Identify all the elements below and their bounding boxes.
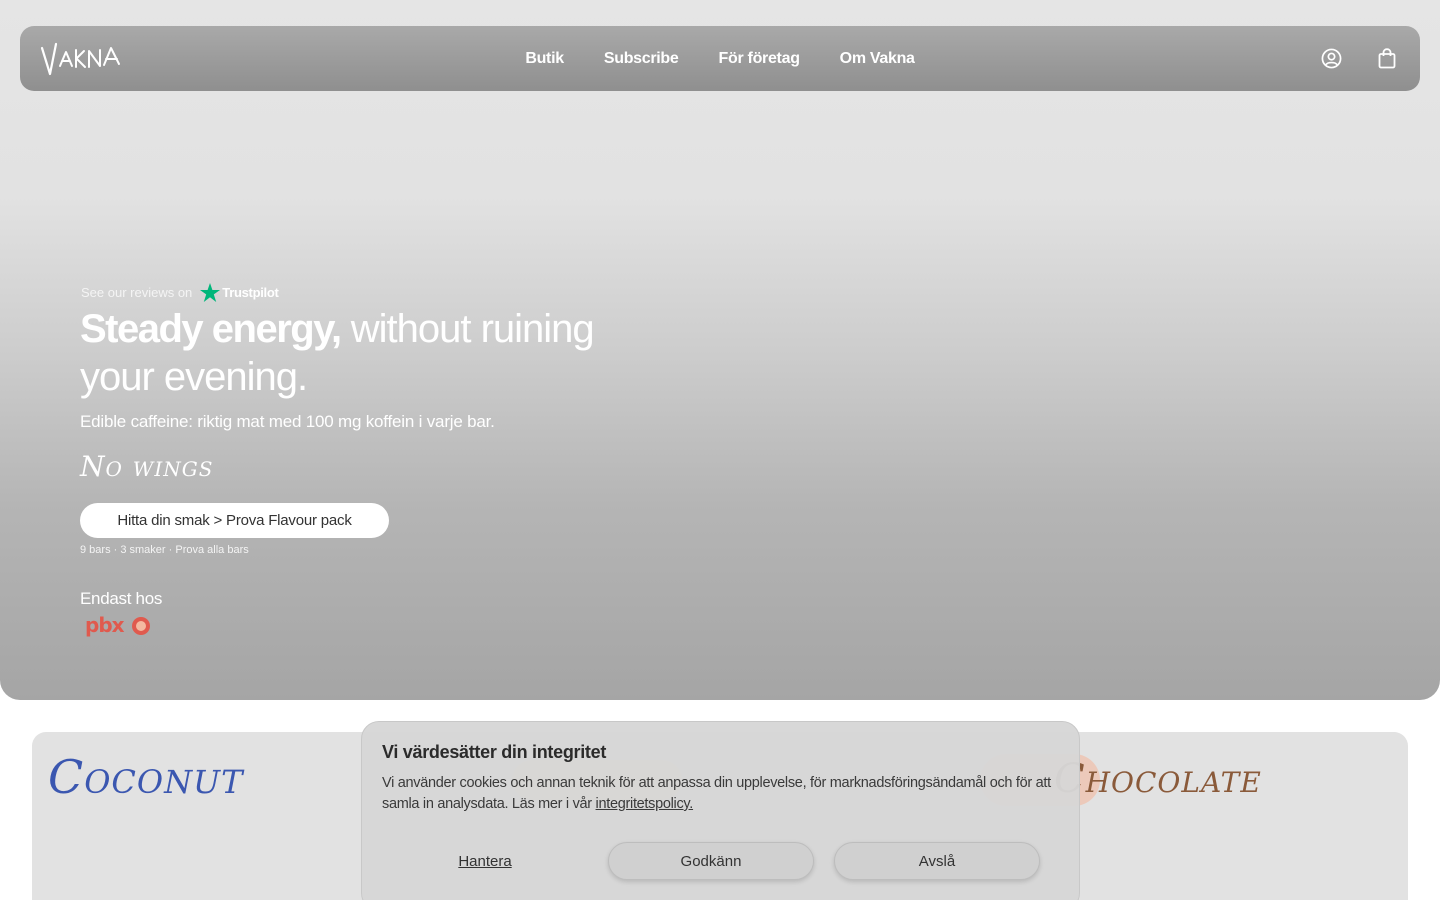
cookie-body: Vi använder cookies och annan teknik för… [382,775,1051,812]
flavour-pack-cta[interactable]: Hitta din smak > Prova Flavour pack [80,503,389,538]
headline-bold: Steady energy, [80,307,342,351]
reviews-prefix: See our reviews on [81,285,193,300]
trustpilot-star-icon [200,283,221,302]
hero-headline: Steady energy, without ruining your even… [80,305,640,401]
privacy-policy-link[interactable]: integritetspolicy. [596,796,694,812]
cookie-title: Vi värdesätter din integritet [382,742,607,762]
account-icon[interactable] [1320,48,1342,70]
main-nav: Butik Subscribe För företag Om Vakna [20,26,1420,91]
svg-text:pbx: pbx [85,613,125,637]
vakna-logo-icon [40,42,120,75]
manage-cookies-button[interactable]: Hantera [382,842,588,880]
only-at-label: Endast hos [80,589,163,608]
cookie-actions: Hantera Godkänn Avslå [382,842,1062,880]
accept-cookies-button[interactable]: Godkänn [608,842,814,880]
hero-section: Butik Subscribe För företag Om Vakna See… [0,0,1440,700]
cookie-consent-dialog: Vi värdesätter din integritet Vi använde… [361,721,1080,900]
coconut-title[interactable]: Coconut [48,750,243,804]
trustpilot-reviews[interactable]: See our reviews on Trustpilot [81,283,279,302]
vakna-logo[interactable] [40,39,122,79]
site-header: Butik Subscribe För företag Om Vakna [20,26,1420,91]
reject-cookies-button[interactable]: Avslå [834,842,1040,880]
nav-subscribe[interactable]: Subscribe [604,50,679,68]
cookie-text: Vi använder cookies och annan teknik för… [382,773,1062,815]
pbxo-logo[interactable]: pbx [84,611,154,639]
trustpilot-logo: Trustpilot [200,283,279,302]
nav-butik[interactable]: Butik [525,50,564,68]
cta-meta: 9 bars · 3 smaker · Prova alla bars [80,544,249,556]
trustpilot-label: Trustpilot [222,285,279,300]
pbxo-logo-icon: pbx [85,613,150,637]
hero-subline: Edible caffeine: riktig mat med 100 mg k… [80,412,495,431]
no-wings-script: No wings [80,450,214,483]
nav-om-vakna[interactable]: Om Vakna [840,50,915,68]
header-actions [1320,48,1398,70]
cart-icon[interactable] [1376,48,1398,70]
chocolate-title[interactable]: Chocolate [1054,756,1262,802]
nav-for-foretag[interactable]: För företag [719,50,800,68]
